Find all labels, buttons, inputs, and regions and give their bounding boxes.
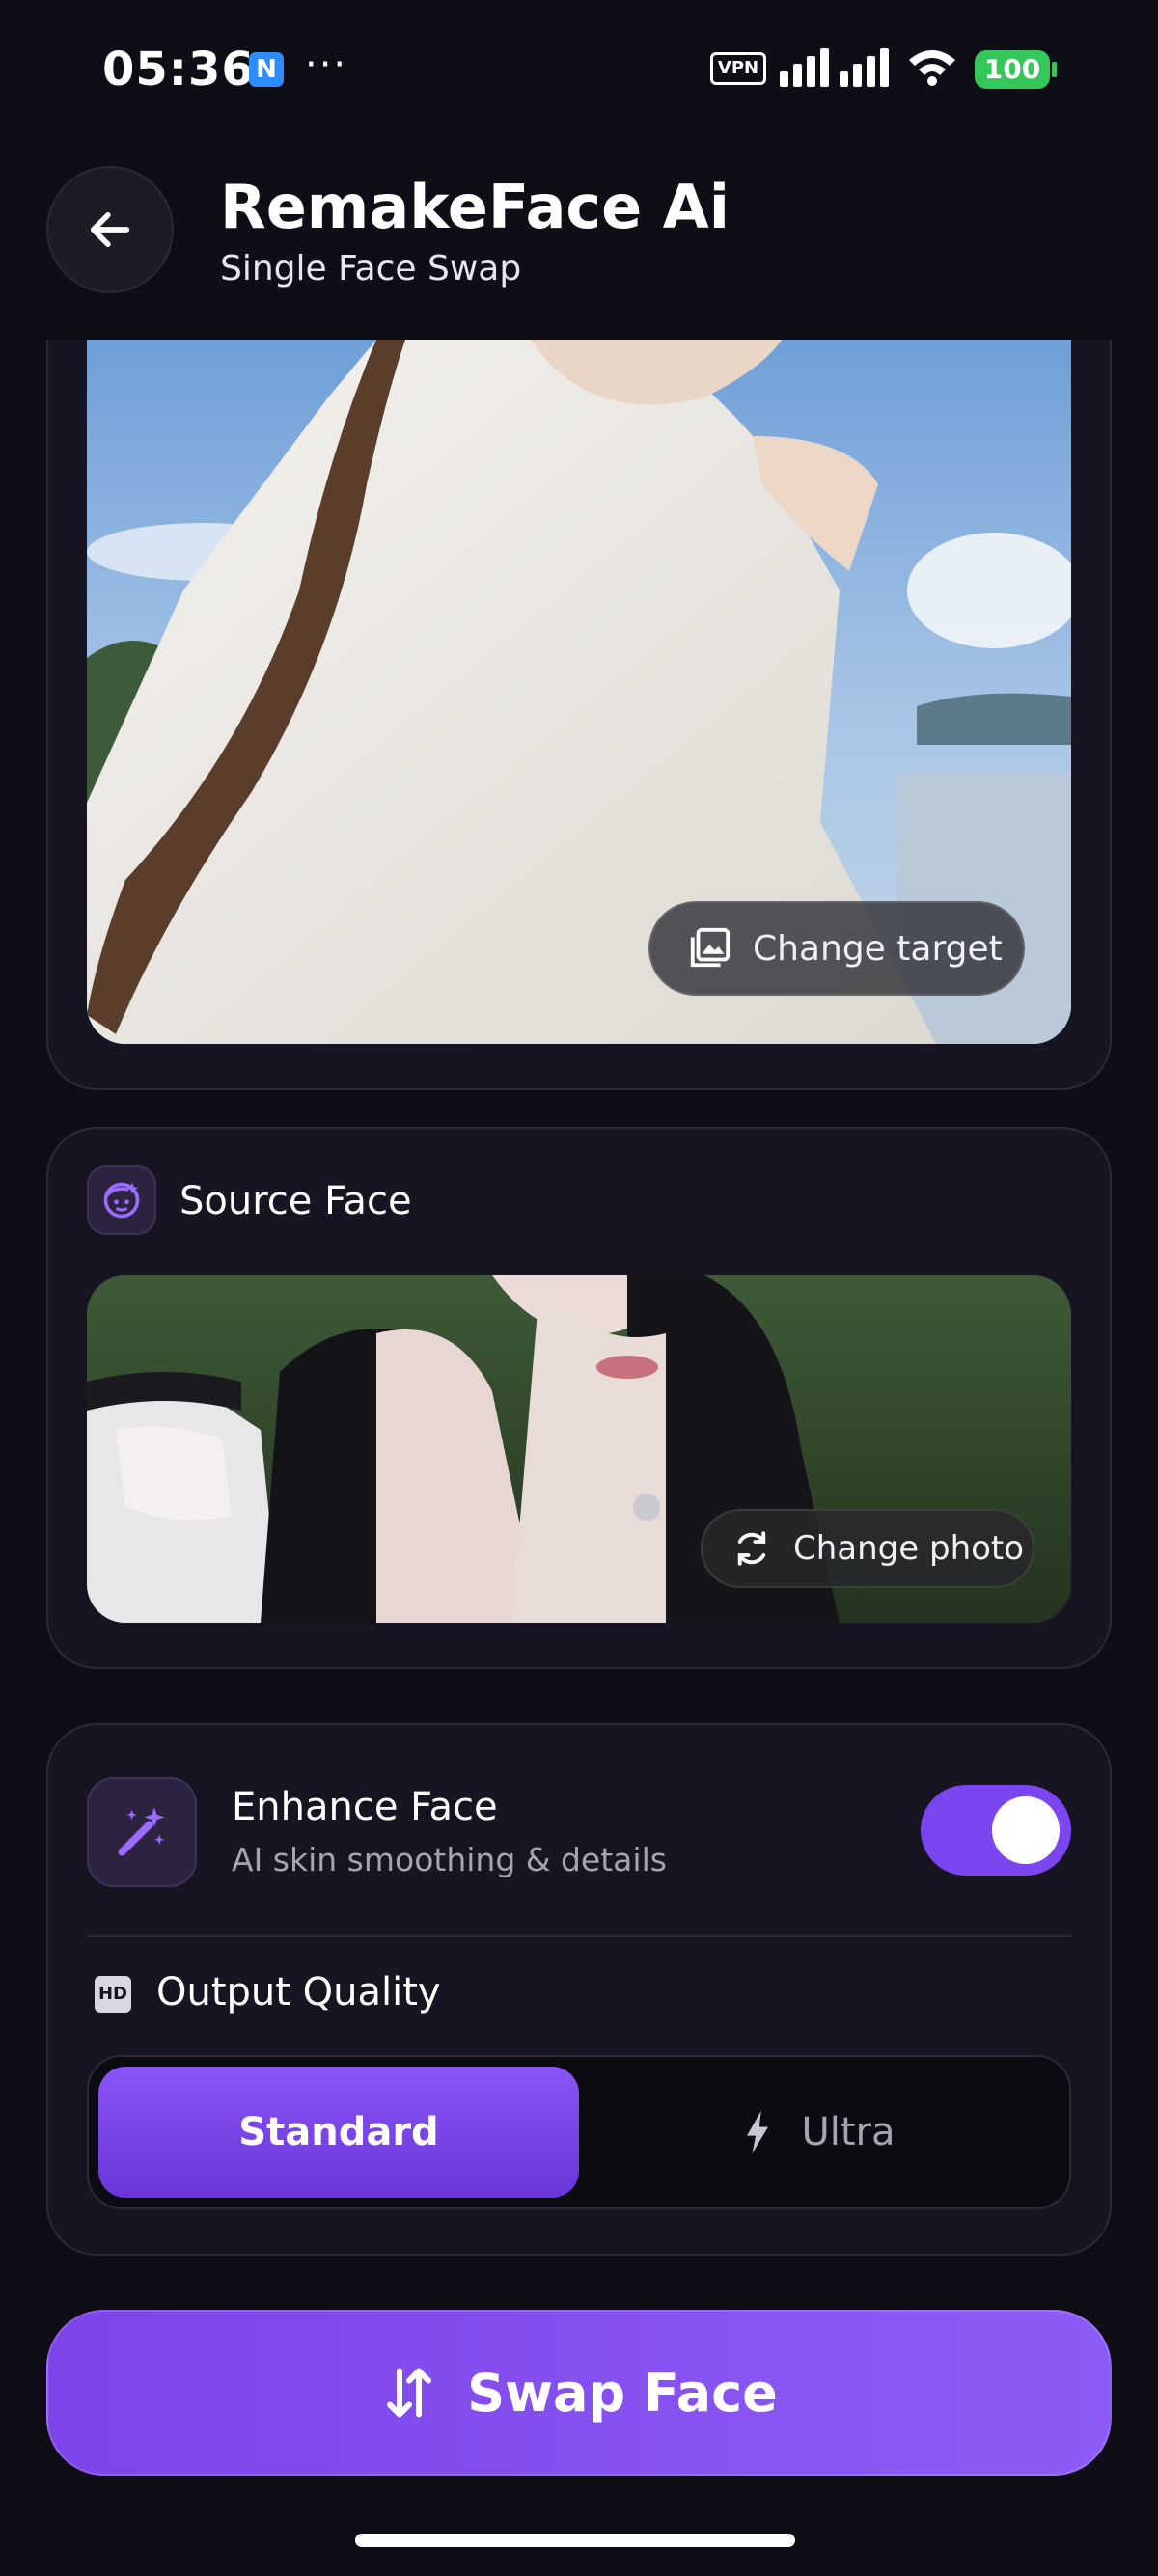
- swap-face-button[interactable]: Swap Face: [46, 2310, 1112, 2476]
- battery-tip: [1052, 62, 1057, 77]
- battery-indicator: 100: [975, 50, 1050, 89]
- magic-wand-icon: [87, 1777, 197, 1887]
- swap-arrows-icon: [387, 2368, 432, 2418]
- signal-icon: [780, 48, 889, 87]
- enhance-face-subtitle: AI skin smoothing & details: [232, 1841, 667, 1878]
- quality-option-label: Ultra: [801, 2110, 896, 2154]
- output-quality-title: Output Quality: [156, 1970, 441, 2014]
- wifi-icon: [909, 50, 955, 86]
- hd-icon: HD: [95, 1976, 131, 2013]
- source-face-title: Source Face: [179, 1179, 412, 1223]
- status-time: 05:36: [102, 42, 255, 96]
- swap-face-label: Swap Face: [467, 2362, 778, 2424]
- enhance-face-toggle[interactable]: [921, 1785, 1071, 1876]
- change-photo-label: Change photo: [793, 1529, 1025, 1568]
- face-icon: [87, 1165, 156, 1235]
- change-photo-button[interactable]: Change photo: [701, 1509, 1034, 1588]
- page-subtitle: Single Face Swap: [220, 249, 522, 288]
- enhance-face-title: Enhance Face: [232, 1785, 498, 1829]
- notification-app-icon: N: [249, 52, 284, 87]
- vpn-icon: VPN: [710, 52, 766, 85]
- arrow-left-icon: [90, 212, 130, 247]
- home-indicator: [355, 2534, 795, 2547]
- image-gallery-icon: [690, 927, 731, 968]
- change-target-button[interactable]: Change target: [648, 901, 1025, 996]
- lightning-icon: [747, 2111, 769, 2153]
- refresh-icon: [737, 1531, 766, 1566]
- toggle-knob: [992, 1796, 1060, 1864]
- quality-option-label: Standard: [238, 2110, 439, 2154]
- app-title: RemakeFace Ai: [220, 172, 731, 242]
- change-target-label: Change target: [753, 928, 1003, 969]
- quality-option-ultra[interactable]: Ultra: [579, 2067, 1060, 2198]
- quality-option-standard[interactable]: Standard: [98, 2067, 579, 2198]
- status-bar: 05:36 N ··· VPN 100: [0, 0, 1158, 145]
- divider: [87, 1935, 1071, 1937]
- more-notifications-icon: ···: [305, 42, 348, 87]
- back-button[interactable]: [46, 166, 174, 293]
